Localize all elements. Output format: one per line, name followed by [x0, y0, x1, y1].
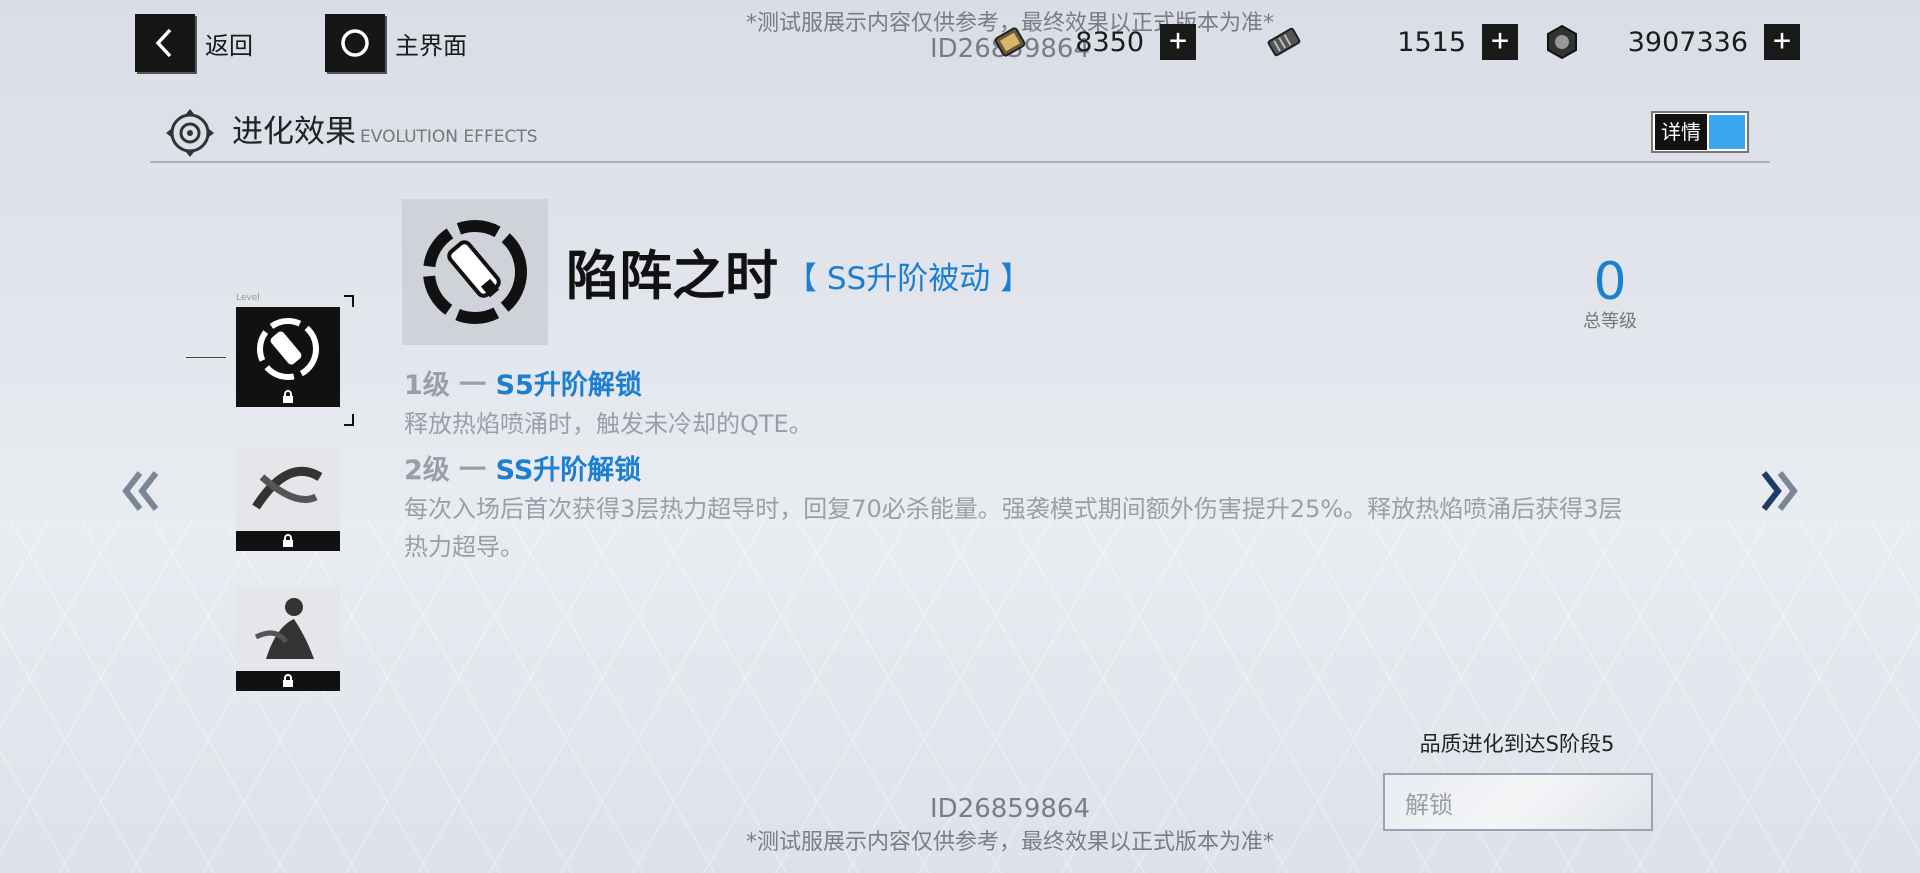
level-2-unlock: SS升阶解锁 [495, 455, 642, 486]
level-tiny-label: Level [236, 293, 260, 303]
lock-icon [236, 387, 340, 407]
watermark-id-bottom: ID26859864 [929, 794, 1091, 824]
skill-tag: 【 SS升阶被动 】 [786, 261, 1032, 297]
selection-bracket-top [344, 295, 354, 307]
ticket-icon [988, 22, 1032, 62]
flamethrower-icon [257, 318, 319, 380]
detail-toggle[interactable]: 详情 [1651, 111, 1749, 153]
section-title-zh: 进化效果 [232, 114, 356, 150]
total-level-value: 0 [1593, 252, 1627, 312]
prev-arrow-icon[interactable] [120, 462, 164, 527]
add-nut-button[interactable]: + [1764, 24, 1800, 60]
level-1-prefix: 1级 一 [404, 370, 496, 401]
battery-cell-icon [1262, 22, 1306, 62]
home-button[interactable]: 主界面 [325, 14, 467, 72]
figure-silhouette-icon [254, 598, 314, 659]
skill-name: 陷阵之时 [566, 246, 778, 307]
back-arrow-icon [135, 14, 195, 72]
slash-swirl-icon [252, 466, 323, 510]
nut-count: 3907336 [1627, 26, 1748, 58]
selection-line [186, 357, 226, 358]
level-2-heading: 2级 一 SS升阶解锁 [404, 448, 641, 487]
lock-icon [236, 531, 340, 551]
selection-bracket-bottom [344, 414, 354, 426]
home-label: 主界面 [395, 31, 467, 60]
watermark-bottom: *测试服展示内容仅供参考，最终效果以正式版本为准* [745, 830, 1274, 855]
thumb-flamethrower[interactable] [236, 307, 340, 407]
level-1-unlock: S5升阶解锁 [495, 370, 642, 401]
resource-battery: 1515 + [1262, 22, 1518, 62]
section-title: 进化效果 EVOLUTION EFFECTS [232, 106, 538, 151]
resource-ticket: 8350 + [988, 22, 1196, 62]
ticket-count: 8350 [1075, 26, 1144, 58]
back-button[interactable]: 返回 [135, 14, 253, 72]
level-1-heading: 1级 一 S5升阶解锁 [404, 363, 642, 402]
unlock-requirement: 品质进化到达S阶段5 [1419, 732, 1615, 756]
section-title-en: EVOLUTION EFFECTS [360, 127, 538, 147]
detail-toggle-indicator [1709, 115, 1745, 149]
level-2-description: 每次入场后首次获得3层热力超导时，回复70必杀能量。强袭模式期间额外伤害提升25… [404, 495, 1623, 561]
unlock-button[interactable]: 解锁 [1383, 773, 1653, 831]
resource-nut: 3907336 + [1540, 22, 1800, 62]
flamethrower-skill-icon [423, 220, 527, 324]
unlock-label: 解锁 [1405, 790, 1453, 819]
total-level-label: 总等级 [1583, 311, 1637, 332]
lock-icon [236, 671, 340, 691]
battery-count: 1515 [1397, 26, 1466, 58]
thumb-figure[interactable] [236, 587, 340, 691]
back-label: 返回 [205, 31, 253, 60]
section-divider [150, 161, 1770, 163]
evolution-gear-icon [165, 108, 215, 162]
skill-icon [402, 199, 548, 345]
next-arrow-icon[interactable] [1756, 462, 1800, 527]
home-circle-icon [325, 14, 385, 72]
level-1-description: 释放热焰喷涌时，触发未冷却的QTE。 [404, 410, 813, 438]
hex-nut-icon [1540, 22, 1584, 62]
add-battery-button[interactable]: + [1482, 24, 1518, 60]
thumb-slash[interactable] [236, 447, 340, 551]
add-ticket-button[interactable]: + [1160, 24, 1196, 60]
detail-label: 详情 [1655, 114, 1707, 150]
level-2-prefix: 2级 一 [404, 455, 496, 486]
